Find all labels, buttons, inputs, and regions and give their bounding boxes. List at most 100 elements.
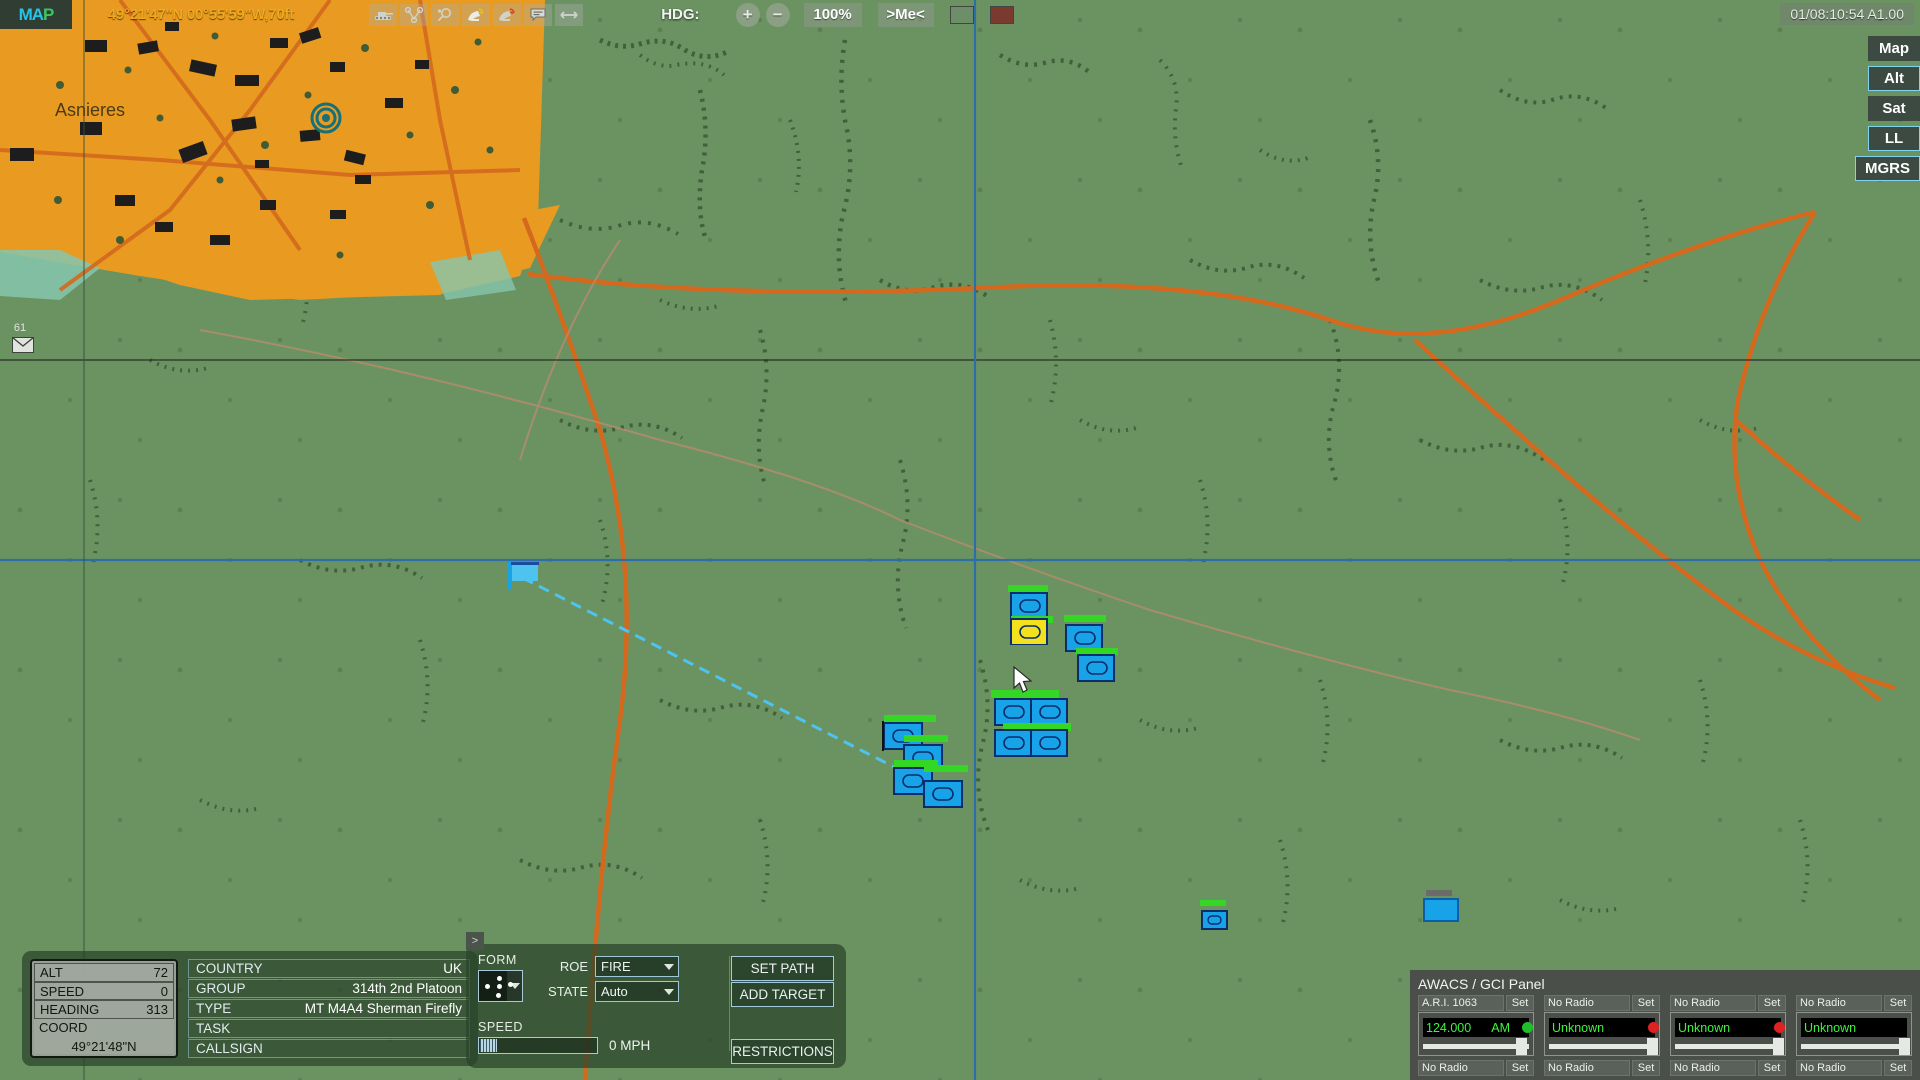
map-mode-ll[interactable]: LL (1868, 126, 1920, 151)
radio-3-volume-knob[interactable] (1772, 1038, 1784, 1055)
radio-channel-8: No Radio Set (1796, 1060, 1912, 1077)
radio-8-set-button[interactable]: Set (1884, 1060, 1912, 1076)
radio-7-set-button[interactable]: Set (1758, 1060, 1786, 1076)
radio-7-header: No Radio Set (1670, 1060, 1786, 1076)
radio-6-header: No Radio Set (1544, 1060, 1660, 1076)
unit-markers-layer (0, 0, 1920, 1080)
zoom-out-button[interactable]: − (765, 2, 790, 27)
roe-row: ROE FIRE (540, 956, 679, 977)
map-mode-sat[interactable]: Sat (1868, 96, 1920, 121)
stat-value-heading: 313 (146, 1002, 168, 1018)
map-mode-map[interactable]: Map (1868, 36, 1920, 61)
unit-info-block: COUNTRY UK GROUP 314th 2nd Platoon TYPE … (188, 959, 470, 1058)
radar-dish-red-icon[interactable] (493, 3, 522, 26)
unit-far-southeast[interactable] (1420, 890, 1465, 925)
formation-selector[interactable] (478, 970, 523, 1002)
mission-clock: 01/08:10:54 A1.00 (1780, 3, 1914, 25)
radio-3-volume-slider[interactable] (1675, 1038, 1784, 1055)
speed-slider-thumb[interactable] (480, 1039, 497, 1052)
radio-3-set-button[interactable]: Set (1758, 995, 1786, 1011)
radio-3-display: Unknown (1675, 1018, 1785, 1037)
magnifier-icon[interactable] (431, 3, 460, 26)
info-key-type: TYPE (196, 1001, 232, 1016)
radio-2-volume-slider[interactable] (1549, 1038, 1658, 1055)
map-mode-alt[interactable]: Alt (1868, 66, 1920, 91)
radio-1-name[interactable]: A.R.I. 1063 (1418, 995, 1504, 1011)
zoom-level-display[interactable]: 100% (803, 2, 862, 27)
center-on-me-button[interactable]: >Me< (877, 2, 934, 27)
radio-6-set-button[interactable]: Set (1632, 1060, 1660, 1076)
stat-key-coord: COORD (39, 1020, 88, 1036)
info-key-task: TASK (196, 1021, 231, 1036)
zoom-controls: + − 100% >Me< (735, 2, 1014, 27)
radio-4-volume-slider[interactable] (1801, 1038, 1910, 1055)
speed-slider[interactable] (478, 1037, 598, 1054)
mail-marker[interactable]: 61 (12, 322, 34, 353)
tank-icon[interactable] (369, 3, 398, 26)
radio-4-body: Unknown (1796, 1012, 1912, 1056)
panel-collapse-button[interactable]: > (466, 932, 484, 950)
radio-2-volume-knob[interactable] (1646, 1038, 1658, 1055)
add-target-button[interactable]: ADD TARGET (731, 982, 834, 1007)
orders-panel: > FORM ROE FIRE STATE Auto SPEED 0 MPH S… (466, 932, 846, 1068)
roe-dropdown[interactable]: FIRE (595, 956, 679, 977)
state-dropdown[interactable]: Auto (595, 981, 679, 1002)
radio-2-frequency: Unknown (1552, 1020, 1605, 1035)
stat-key-speed: SPEED (40, 983, 85, 999)
radio-2-status-led (1648, 1022, 1659, 1033)
radio-1-volume-slider[interactable] (1423, 1038, 1529, 1055)
info-row-group: GROUP 314th 2nd Platoon (188, 979, 470, 998)
radio-1-set-button[interactable]: Set (1506, 995, 1534, 1011)
radio-4-name[interactable]: No Radio (1796, 995, 1882, 1011)
radio-4-volume-knob[interactable] (1898, 1038, 1910, 1055)
info-value-type: MT M4A4 Sherman Firefly (304, 1001, 462, 1016)
radio-row-2: No Radio Set No Radio Set No Radio Set N… (1418, 1060, 1912, 1077)
radio-2-name[interactable]: No Radio (1544, 995, 1630, 1011)
chat-bubble-icon[interactable] (524, 3, 553, 26)
set-path-button[interactable]: SET PATH (731, 956, 834, 981)
radar-dish-yellow-icon[interactable] (462, 3, 491, 26)
route-node-icon[interactable] (400, 3, 429, 26)
unit-far-south[interactable] (1198, 900, 1238, 935)
radio-5-name[interactable]: No Radio (1418, 1060, 1504, 1076)
unit-group-selected[interactable] (880, 715, 990, 810)
stat-row-alt: ALT 72 (34, 963, 174, 982)
radio-channel-7: No Radio Set (1670, 1060, 1786, 1077)
info-value-group: 314th 2nd Platoon (352, 981, 462, 996)
radio-1-frequency: 124.000 (1426, 1020, 1472, 1035)
radio-6-name[interactable]: No Radio (1544, 1060, 1630, 1076)
info-row-country: COUNTRY UK (188, 959, 470, 978)
zoom-in-button[interactable]: + (735, 2, 760, 27)
app-logo[interactable]: MAP (0, 0, 72, 29)
map-mode-mgrs[interactable]: MGRS (1855, 156, 1920, 181)
radio-8-name[interactable]: No Radio (1796, 1060, 1882, 1076)
stat-key-alt: ALT (40, 964, 63, 980)
radio-1-status-led (1522, 1022, 1533, 1033)
radio-5-set-button[interactable]: Set (1506, 1060, 1534, 1076)
town-label-asnieres: Asnieres (55, 100, 126, 120)
stat-row-coord: COORD 49°21'48"N (34, 1019, 174, 1055)
unit-group-south[interactable] (985, 690, 1075, 760)
radio-7-name[interactable]: No Radio (1670, 1060, 1756, 1076)
radio-1-modulation: AM (1491, 1020, 1510, 1035)
radio-3-name[interactable]: No Radio (1670, 995, 1756, 1011)
radio-3-body: Unknown (1670, 1012, 1786, 1056)
radio-1-volume-knob[interactable] (1516, 1038, 1528, 1055)
radio-2-set-button[interactable]: Set (1632, 995, 1660, 1011)
map-canvas[interactable] (0, 0, 1920, 1080)
radio-1-display: 124.000 AM (1423, 1018, 1533, 1037)
speed-control-row: 0 MPH (478, 1037, 708, 1054)
unit-group-east[interactable] (1060, 615, 1140, 685)
speed-value: 0 MPH (609, 1038, 651, 1053)
speed-section: SPEED 0 MPH (478, 1020, 708, 1054)
radio-channel-6: No Radio Set (1544, 1060, 1660, 1077)
radio-4-set-button[interactable]: Set (1884, 995, 1912, 1011)
radio-8-header: No Radio Set (1796, 1060, 1912, 1076)
radio-row-1: A.R.I. 1063 Set 124.000 AM No Radio Set (1418, 995, 1912, 1056)
restrictions-button[interactable]: RESTRICTIONS (731, 1039, 834, 1064)
ruler-icon[interactable] (555, 3, 584, 26)
awacs-panel-title: AWACS / GCI Panel (1418, 976, 1545, 992)
color-swatch-hostile[interactable] (989, 5, 1014, 24)
color-swatch-friendly[interactable] (949, 5, 974, 24)
speed-label: SPEED (478, 1020, 523, 1034)
